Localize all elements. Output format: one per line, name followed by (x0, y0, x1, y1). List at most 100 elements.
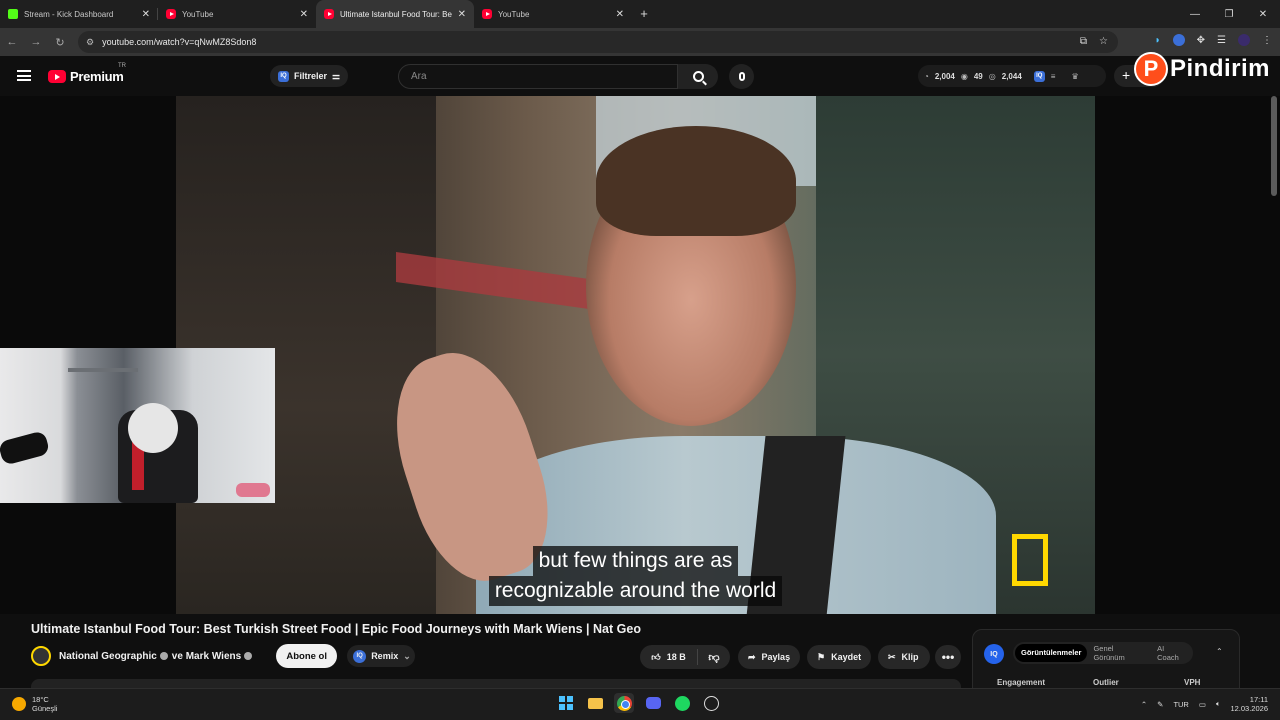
youtube-logo-icon (48, 70, 66, 83)
collab-channel-name[interactable]: ve Mark Wiens (172, 651, 241, 662)
volume-icon[interactable]: 🔈︎ (1216, 699, 1221, 709)
address-toolbar: ← → ↻ ⚙ youtube.com/watch?v=qNwMZ8Sdon8 … (0, 28, 1280, 56)
search-input[interactable]: Ara (398, 64, 678, 89)
tab-youtube-2[interactable]: YouTube ✕ (474, 0, 632, 28)
weather-widget[interactable]: 18°C Güneşli (12, 695, 57, 713)
channel-name[interactable]: National Geographic (59, 651, 157, 662)
vidiq-icon: IQ (278, 70, 289, 82)
remix-button[interactable]: IQ Remix ⌄ (347, 645, 416, 667)
channel-row: National Geographic ve Mark Wiens Abone … (31, 644, 416, 668)
spotify-icon (674, 695, 690, 711)
youtube-icon (482, 9, 492, 19)
more-actions-button[interactable]: ••• (935, 645, 961, 669)
chrome-button[interactable] (614, 693, 634, 713)
windows-logo-icon (559, 696, 573, 710)
tab-title: Ultimate Istanbul Food Tour: Be (340, 9, 452, 19)
search-button[interactable] (678, 64, 718, 89)
youtube-icon (324, 9, 334, 19)
site-info-icon[interactable]: ⚙ (86, 37, 94, 48)
vidiq-tab-ai-coach[interactable]: AI Coach (1151, 644, 1193, 662)
column-outlier: Outlier (1093, 678, 1119, 687)
bookmark-star-icon[interactable]: ☆ (1099, 36, 1108, 47)
reload-icon[interactable]: ↻ (48, 36, 72, 49)
eye-icon: ◉ (960, 71, 968, 81)
extension-vidiq-icon[interactable] (1172, 34, 1185, 46)
bookmark-icon: ⚑ (817, 651, 826, 662)
github-desktop-button[interactable] (701, 693, 721, 713)
tab-kick-dashboard[interactable]: Stream - Kick Dashboard ✕ (0, 0, 158, 28)
vidiq-tab-views[interactable]: Görüntülenmeler (1015, 644, 1088, 662)
tab-youtube-1[interactable]: YouTube ✕ (158, 0, 316, 28)
close-tab-icon[interactable]: ✕ (142, 9, 150, 20)
chevron-down-icon: ⌄ (403, 650, 411, 661)
list-icon: ≡ (1050, 71, 1056, 81)
clock[interactable]: 17:11 12.03.2026 (1230, 695, 1268, 713)
search-icon (692, 71, 704, 82)
sliders-icon: ⚌ (332, 70, 341, 81)
voice-search-button[interactable] (729, 64, 754, 89)
sun-icon (12, 697, 26, 711)
scissors-icon: ✂ (888, 651, 896, 662)
column-engagement: Engagement (997, 678, 1046, 687)
vidiq-tab-overview[interactable]: Genel Görünüm (1087, 644, 1151, 662)
back-icon[interactable]: ← (0, 36, 24, 48)
menu-hamburger-icon[interactable] (17, 70, 31, 81)
language-indicator[interactable]: TUR (1173, 700, 1188, 709)
page-scrollbar[interactable] (1271, 96, 1277, 196)
youtube-premium-logo[interactable]: Premium TR (48, 63, 126, 84)
window-controls: — ❐ ✕ (1178, 0, 1280, 28)
close-window-icon[interactable]: ✕ (1246, 0, 1280, 28)
chrome-icon (616, 695, 632, 711)
verified-icon (244, 652, 253, 660)
close-tab-icon[interactable]: ✕ (458, 9, 466, 20)
file-explorer-button[interactable] (585, 693, 605, 713)
column-vph: VPH (1184, 678, 1201, 687)
video-player[interactable]: but few things are as recognizable aroun… (0, 96, 1280, 614)
dislike-button[interactable]: 👎︎ (698, 651, 730, 664)
share-button[interactable]: ➦ Paylaş (738, 645, 800, 669)
discord-icon (645, 697, 661, 709)
filters-button[interactable]: IQ Filtreler ⚌ (270, 65, 349, 87)
subscribe-button[interactable]: Abone ol (276, 644, 338, 668)
collapse-chevron-icon[interactable]: ⌃ (1216, 647, 1223, 656)
caption-line-1: but few things are as (532, 546, 739, 576)
url-bar[interactable]: ⚙ youtube.com/watch?v=qNwMZ8Sdon8 ⧉ ☆ (78, 31, 1118, 53)
forward-icon[interactable]: → (24, 36, 48, 48)
extensions-puzzle-icon[interactable]: ✥ (1197, 35, 1205, 46)
url-text: youtube.com/watch?v=qNwMZ8Sdon8 (102, 37, 257, 47)
clock-icon: ◔ (924, 71, 929, 81)
restore-icon[interactable]: ❐ (1212, 0, 1246, 28)
close-tab-icon[interactable]: ✕ (616, 9, 624, 20)
windows-taskbar: 18°C Güneşli ⌃ ✎ TUR ▭ 🔈︎ 17:11 12.03.20… (0, 688, 1280, 720)
share-icon: ➦ (748, 651, 756, 662)
save-button[interactable]: ⚑ Kaydet (807, 645, 871, 669)
new-tab-button[interactable]: + (632, 0, 656, 28)
tray-overflow-icon[interactable]: ⌃ (1141, 700, 1147, 709)
like-button[interactable]: 👍︎ 18 B (640, 649, 698, 665)
reading-list-icon[interactable]: ☰ (1217, 35, 1226, 46)
tab-istanbul-food-tour[interactable]: Ultimate Istanbul Food Tour: Be ✕ (316, 0, 474, 28)
clip-button[interactable]: ✂ Klip (878, 645, 930, 669)
extension-audio-icon[interactable]: ◗ (1155, 35, 1161, 46)
verified-icon (159, 652, 168, 660)
extensions-area: ◗ ✥ ☰ ⋮ (1155, 34, 1272, 46)
channel-avatar[interactable] (31, 646, 51, 666)
vidiq-stats-bar[interactable]: ◔ 2,004 ◉ 49 ◎ 2,044 IQ ≡ ♛ (918, 65, 1106, 87)
tab-title: YouTube (182, 9, 214, 19)
spotify-button[interactable] (672, 693, 692, 713)
discord-button[interactable] (643, 693, 663, 713)
network-icon[interactable]: ▭ (1199, 700, 1206, 709)
tab-title: YouTube (498, 9, 530, 19)
trophy-icon: ♛ (1071, 71, 1079, 81)
close-tab-icon[interactable]: ✕ (300, 9, 308, 20)
minimize-icon[interactable]: — (1178, 0, 1212, 28)
tab-title: Stream - Kick Dashboard (24, 9, 114, 19)
start-button[interactable] (556, 693, 576, 713)
browser-menu-icon[interactable]: ⋮ (1262, 35, 1272, 46)
system-tray: ⌃ ✎ TUR ▭ 🔈︎ 17:11 12.03.2026 (1141, 695, 1268, 713)
pen-icon[interactable]: ✎ (1157, 700, 1163, 709)
install-app-icon[interactable]: ⧉ (1080, 36, 1087, 47)
profile-avatar-icon[interactable] (1238, 34, 1250, 46)
caption-line-2: recognizable around the world (488, 576, 783, 606)
video-frame[interactable]: but few things are as recognizable aroun… (176, 96, 1095, 614)
